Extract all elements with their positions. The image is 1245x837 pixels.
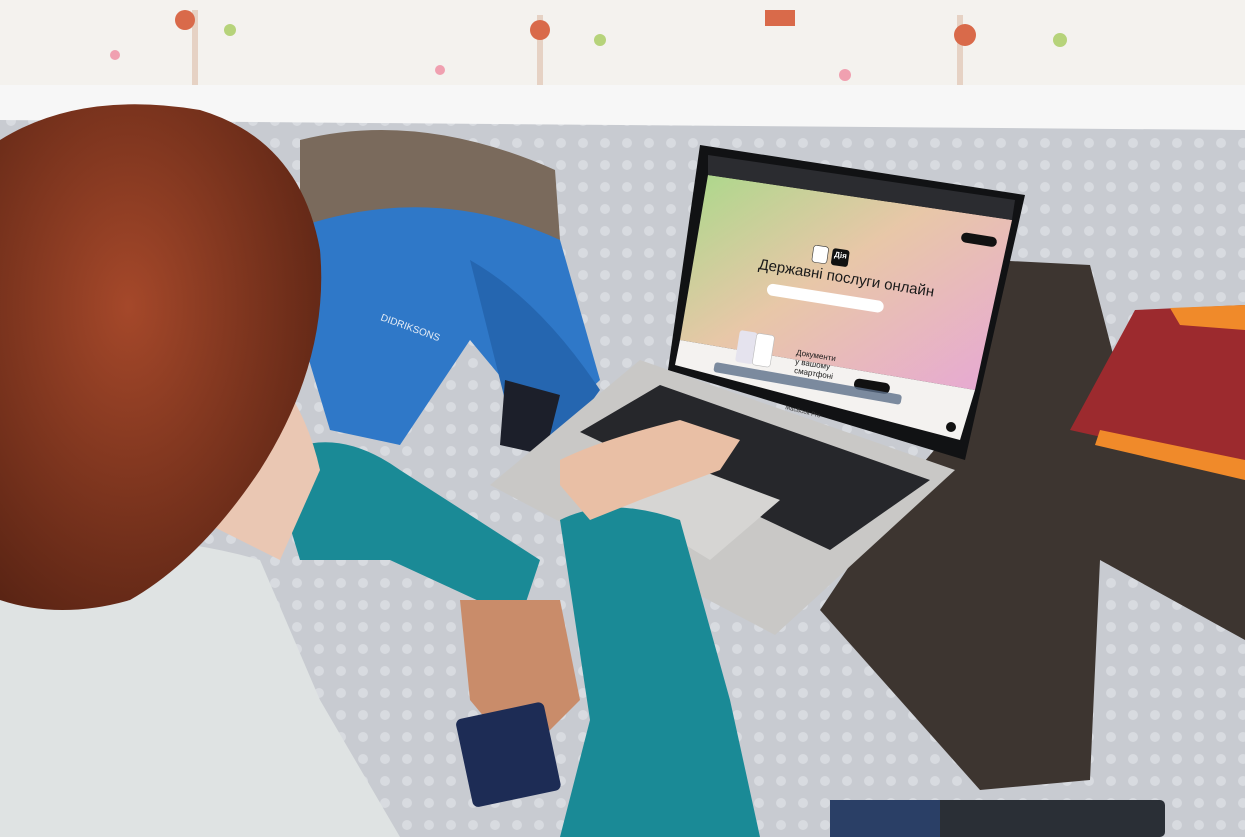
passport xyxy=(456,702,561,807)
photo-scene: DIDRIKSONS Дія Державні послуги онлайн Д… xyxy=(0,0,1245,837)
trident-icon xyxy=(811,245,829,264)
jeans-edge xyxy=(830,800,940,837)
scene-illustration: DIDRIKSONS xyxy=(0,0,1245,837)
chat-icon[interactable] xyxy=(946,422,956,432)
dark-case xyxy=(930,800,1165,837)
diia-logo-text: Дія xyxy=(833,250,848,261)
